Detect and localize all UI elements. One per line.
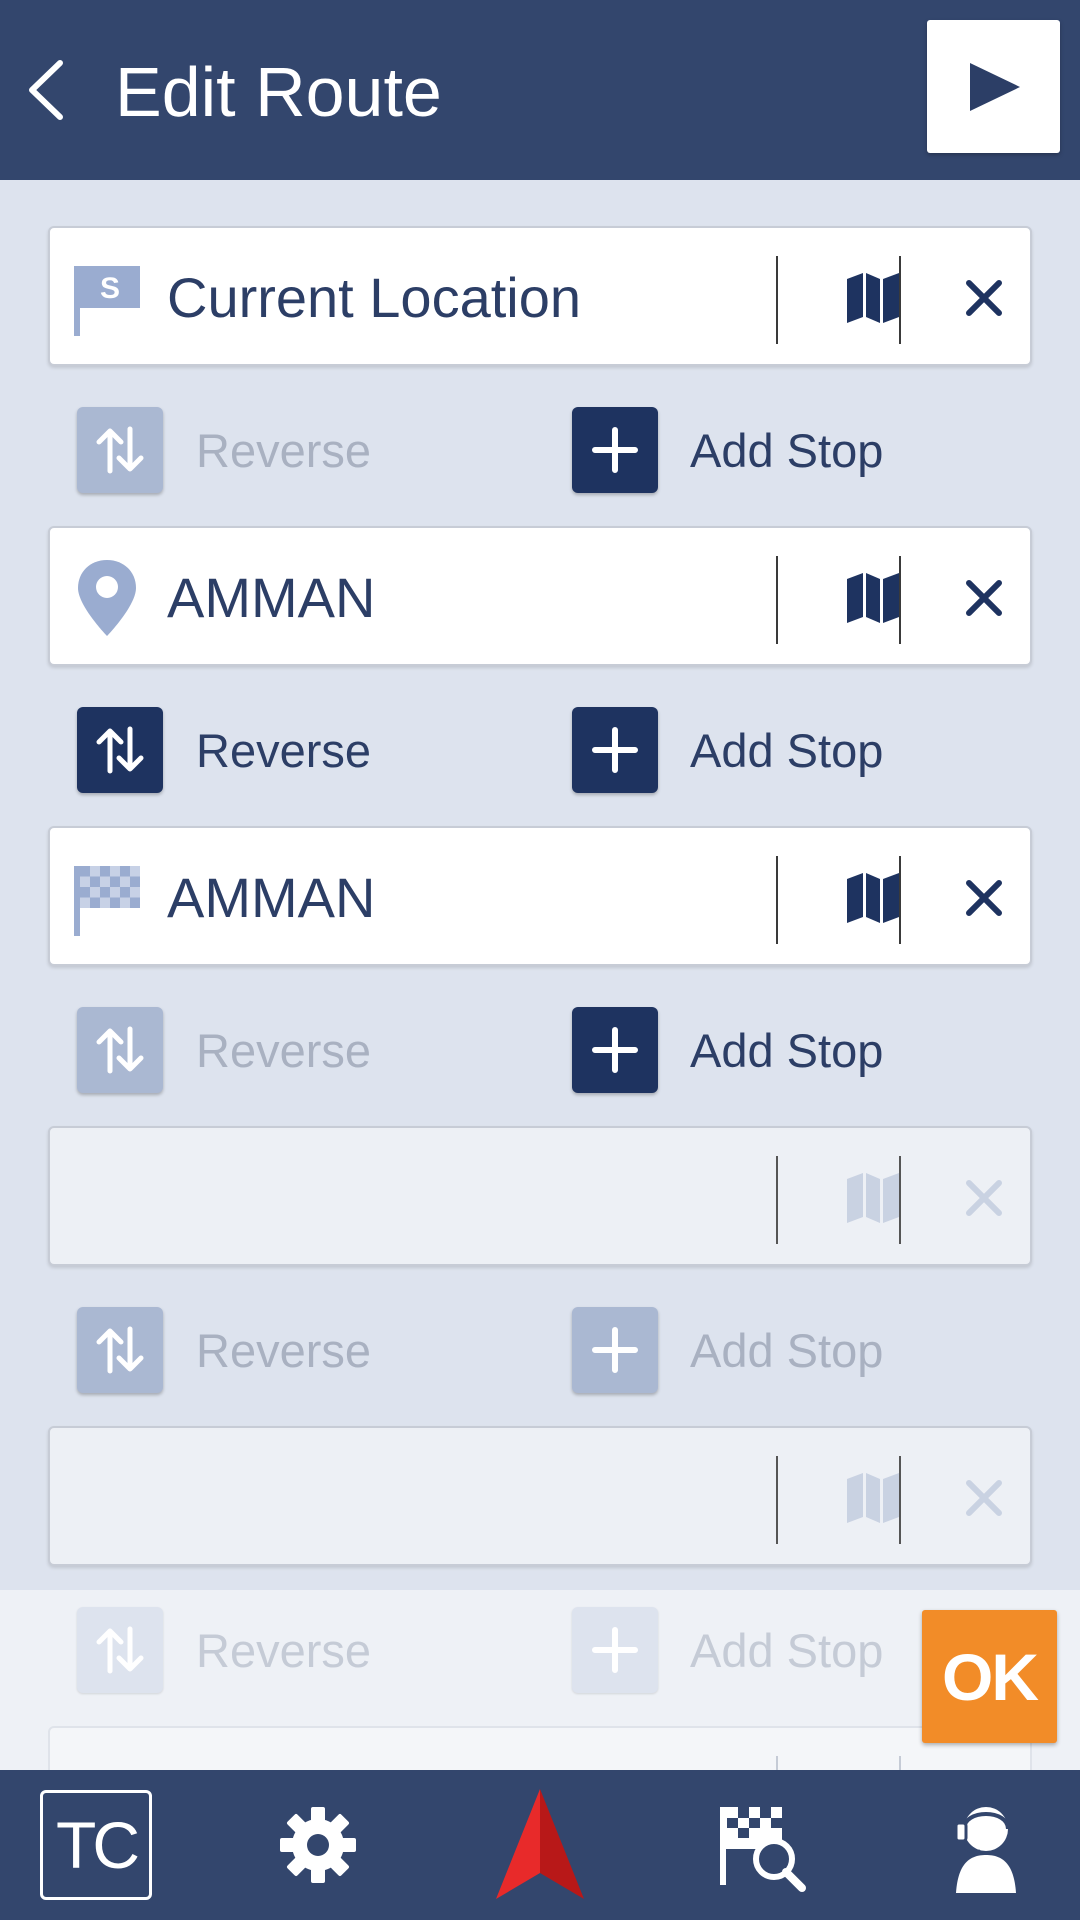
add-stop-button[interactable] <box>572 1007 658 1093</box>
add-stop-button[interactable] <box>572 1307 658 1393</box>
swap-arrows-icon <box>96 726 144 774</box>
reverse-label: Reverse <box>196 724 372 777</box>
traffic-center-button[interactable]: TC <box>36 1785 156 1905</box>
waypoint-text: Current Location <box>167 266 582 329</box>
waypoint-field-start[interactable]: S Current Location <box>48 226 1032 366</box>
close-icon <box>966 1480 1002 1516</box>
swap-arrows-icon <box>96 1026 144 1074</box>
map-icon <box>847 273 899 323</box>
close-icon <box>966 580 1002 616</box>
reverse-label: Reverse <box>196 1024 372 1077</box>
divider <box>899 856 901 944</box>
swap-arrows-icon <box>96 1626 144 1674</box>
plus-icon <box>592 1627 638 1673</box>
reverse-button[interactable] <box>77 1307 163 1393</box>
divider <box>899 1456 901 1544</box>
add-stop-label: Add Stop <box>690 1624 884 1677</box>
add-stop-label: Add Stop <box>690 724 884 777</box>
checkered-flag-icon <box>72 858 142 938</box>
voice-assistant-button[interactable] <box>924 1785 1044 1905</box>
swap-arrows-icon <box>96 1326 144 1374</box>
close-icon <box>966 280 1002 316</box>
navigate-button[interactable] <box>480 1785 600 1905</box>
waypoint-field-destination[interactable]: AMMAN <box>48 826 1032 966</box>
voice-assistant-icon <box>954 1807 1016 1893</box>
map-icon <box>847 1173 899 1223</box>
map-button[interactable] <box>813 258 933 338</box>
top-app-bar: Edit Route <box>0 0 1080 180</box>
waypoint-actions-row: Reverse Add Stop <box>0 1005 1080 1095</box>
bottom-navigation-bar: TC <box>0 1770 1080 1920</box>
swap-arrows-icon <box>96 426 144 474</box>
scroll-fade-area: Reverse Add Stop <box>0 1590 1080 1786</box>
navigation-arrow-icon <box>496 1789 584 1899</box>
divider <box>776 256 778 344</box>
divider <box>776 1456 778 1544</box>
plus-icon <box>592 1327 638 1373</box>
add-stop-label: Add Stop <box>690 1324 884 1377</box>
start-flag-icon: S <box>72 258 142 338</box>
waypoint-actions-row: Reverse Add Stop <box>0 1305 1080 1395</box>
svg-text:S: S <box>100 272 120 305</box>
divider <box>776 556 778 644</box>
waypoint-actions-row: Reverse Add Stop <box>0 1605 1080 1695</box>
map-button[interactable] <box>813 1458 933 1538</box>
plus-icon <box>592 1027 638 1073</box>
remove-waypoint-button[interactable] <box>936 558 1032 638</box>
add-stop-label: Add Stop <box>690 424 884 477</box>
map-icon <box>847 873 899 923</box>
map-button[interactable] <box>813 1158 933 1238</box>
add-stop-button[interactable] <box>572 407 658 493</box>
waypoint-actions-row: Reverse Add Stop <box>0 405 1080 495</box>
settings-button[interactable] <box>258 1785 378 1905</box>
plus-icon <box>592 727 638 773</box>
map-icon <box>847 573 899 623</box>
divider <box>776 856 778 944</box>
waypoint-field-empty[interactable] <box>48 1426 1032 1566</box>
waypoint-field-stop[interactable]: AMMAN <box>48 526 1032 666</box>
remove-waypoint-button[interactable] <box>936 858 1032 938</box>
play-icon <box>969 62 1020 111</box>
close-icon <box>966 1180 1002 1216</box>
divider <box>776 1156 778 1244</box>
divider <box>899 256 901 344</box>
start-navigation-button[interactable] <box>927 20 1060 153</box>
map-button[interactable] <box>813 558 933 638</box>
waypoint-text: AMMAN <box>167 866 376 929</box>
tc-label: TC <box>40 1790 152 1900</box>
search-destination-button[interactable] <box>702 1785 822 1905</box>
map-button[interactable] <box>813 858 933 938</box>
plus-icon <box>592 427 638 473</box>
back-button[interactable] <box>14 55 74 125</box>
destination-search-icon <box>720 1807 806 1892</box>
divider <box>899 1156 901 1244</box>
reverse-label: Reverse <box>196 424 372 477</box>
reverse-button[interactable] <box>77 1007 163 1093</box>
reverse-button[interactable] <box>77 407 163 493</box>
route-editor: S Current Location Reverse Add Stop AMMA… <box>0 180 1080 1770</box>
waypoint-actions-row: Reverse Add Stop <box>0 705 1080 795</box>
remove-waypoint-button[interactable] <box>936 1158 1032 1238</box>
map-icon <box>847 1473 899 1523</box>
add-stop-label: Add Stop <box>690 1024 884 1077</box>
map-pin-icon <box>72 558 142 638</box>
settings-gear-icon <box>280 1807 356 1883</box>
remove-waypoint-button[interactable] <box>936 258 1032 338</box>
reverse-button[interactable] <box>77 707 163 793</box>
remove-waypoint-button[interactable] <box>936 1458 1032 1538</box>
close-icon <box>966 880 1002 916</box>
reverse-button[interactable] <box>77 1607 163 1693</box>
page-title: Edit Route <box>115 53 442 131</box>
add-stop-button[interactable] <box>572 707 658 793</box>
waypoint-text: AMMAN <box>167 566 376 629</box>
chevron-left-icon <box>29 60 63 120</box>
divider <box>899 556 901 644</box>
waypoint-field-empty[interactable] <box>48 1126 1032 1266</box>
reverse-label: Reverse <box>196 1324 372 1377</box>
add-stop-button[interactable] <box>572 1607 658 1693</box>
reverse-label: Reverse <box>196 1624 372 1677</box>
ok-button[interactable]: OK <box>922 1610 1057 1743</box>
